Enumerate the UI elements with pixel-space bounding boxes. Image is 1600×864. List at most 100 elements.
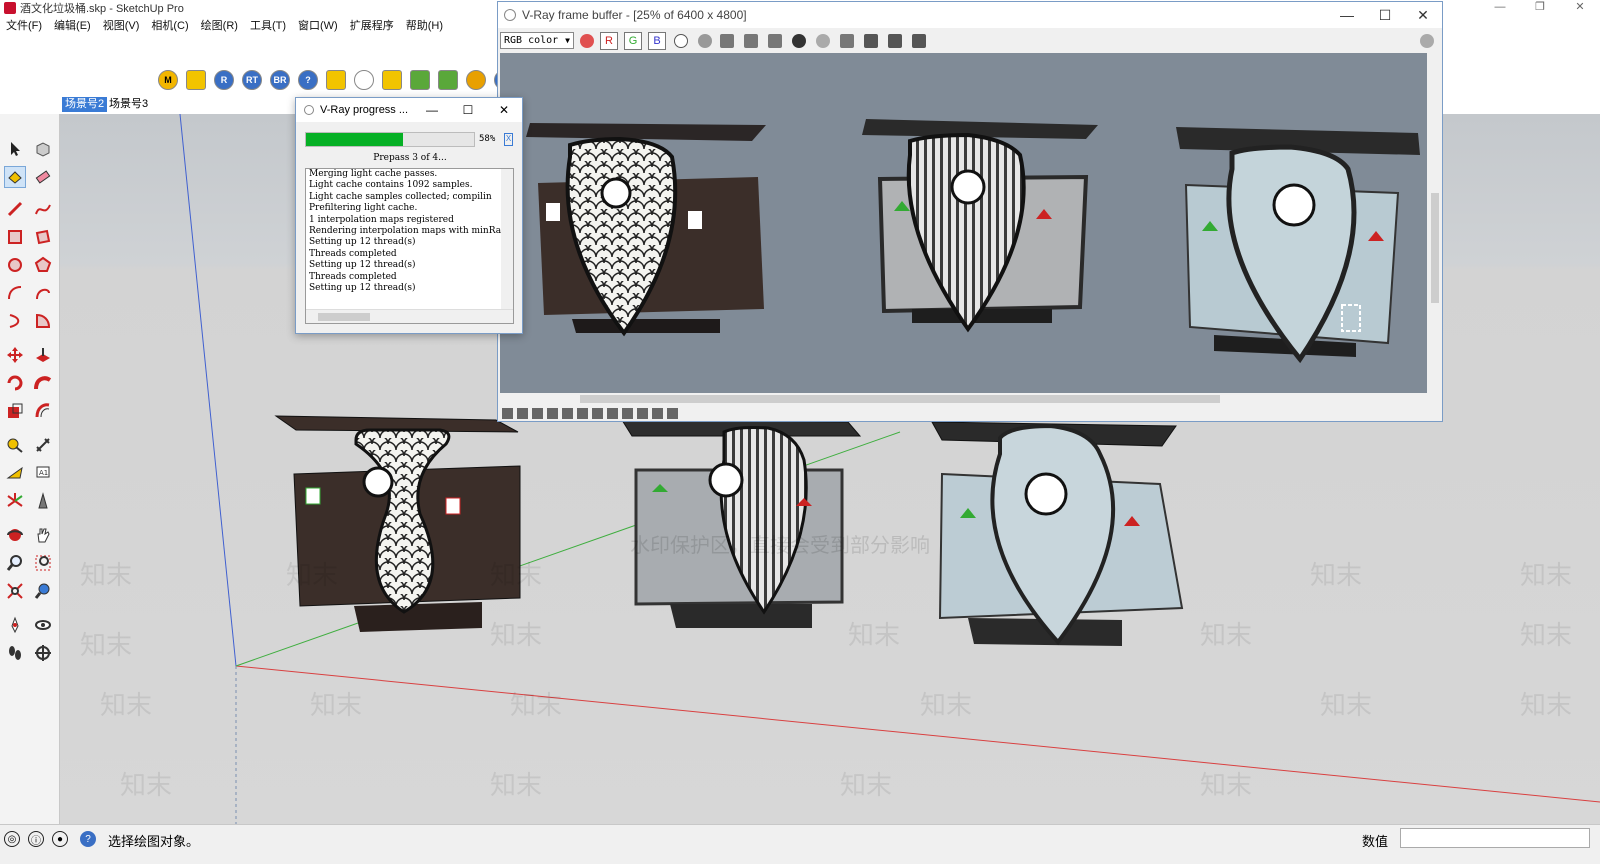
menu-camera[interactable]: 相机(C) — [151, 17, 188, 33]
menu-view[interactable]: 视图(V) — [103, 17, 140, 33]
vfb-exposure-icon[interactable] — [577, 408, 588, 419]
zoom-extents-icon[interactable] — [4, 580, 26, 602]
progress-maximize-button[interactable]: ☐ — [450, 98, 486, 122]
position-camera-icon[interactable] — [4, 614, 26, 636]
infinite-plane-icon[interactable] — [466, 70, 486, 90]
menu-extensions[interactable]: 扩展程序 — [350, 17, 394, 33]
fur-icon[interactable] — [438, 70, 458, 90]
line-tool-icon[interactable] — [4, 198, 26, 220]
render-rt-button[interactable]: RT — [242, 70, 262, 90]
vfb-curve-icon[interactable] — [562, 408, 573, 419]
vfb-hscroll-thumb[interactable] — [580, 395, 1220, 403]
alpha-channel-icon[interactable] — [674, 34, 688, 48]
stop-render-icon[interactable] — [1420, 34, 1434, 48]
orbit-tool-icon[interactable] — [4, 524, 26, 546]
dimension-tool-icon[interactable] — [32, 434, 54, 456]
menu-tools[interactable]: 工具(T) — [250, 17, 286, 33]
options-icon[interactable] — [186, 70, 206, 90]
vfb-lut-icon[interactable] — [607, 408, 618, 419]
tab-scene-2[interactable]: 场景号2 — [62, 97, 108, 112]
select-tool-icon[interactable] — [4, 138, 26, 160]
vfb-ocio-icon[interactable] — [622, 408, 633, 419]
text-tool-icon[interactable]: A1 — [32, 462, 54, 484]
track-mouse-icon[interactable] — [816, 34, 830, 48]
push-pull-icon[interactable] — [32, 344, 54, 366]
vfb-settings-icon[interactable] — [667, 408, 678, 419]
stop-render-button[interactable]: X — [504, 133, 513, 146]
channel-select[interactable]: RGB color ▼ — [500, 32, 574, 49]
rotated-rectangle-icon[interactable] — [32, 226, 54, 248]
minimize-button[interactable]: — — [1480, 0, 1520, 16]
menu-file[interactable]: 文件(F) — [6, 17, 42, 33]
close-button[interactable]: ✕ — [1560, 0, 1600, 16]
arc-tool-icon[interactable] — [4, 282, 26, 304]
component-tool-icon[interactable] — [32, 138, 54, 160]
vfb-history-icon[interactable] — [502, 408, 513, 419]
monochrome-icon[interactable] — [698, 34, 712, 48]
two-point-arc-icon[interactable] — [32, 282, 54, 304]
log-hscroll-thumb[interactable] — [318, 313, 370, 321]
menu-window[interactable]: 窗口(W) — [298, 17, 338, 33]
offset-tool-icon[interactable] — [32, 400, 54, 422]
circle-tool-icon[interactable] — [4, 254, 26, 276]
zoom-tool-icon[interactable] — [4, 552, 26, 574]
freehand-tool-icon[interactable] — [32, 198, 54, 220]
pie-tool-icon[interactable] — [32, 310, 54, 332]
material-editor-button[interactable]: M — [158, 70, 178, 90]
proxy-icon[interactable] — [410, 70, 430, 90]
credits-icon[interactable]: ⓘ — [28, 831, 44, 847]
frame-buffer-icon[interactable] — [326, 70, 346, 90]
vfb-lens-effects-icon[interactable] — [517, 408, 528, 419]
vfb-horizontal-scrollbar[interactable] — [500, 393, 1427, 405]
vfb-stamp-icon[interactable] — [652, 408, 663, 419]
progress-close-button[interactable]: ✕ — [486, 98, 522, 122]
measurements-input[interactable] — [1400, 828, 1590, 848]
vfb-info-icon[interactable] — [532, 408, 543, 419]
pan-tool-icon[interactable] — [32, 524, 54, 546]
axes-tool-icon[interactable] — [4, 490, 26, 512]
pixel-info-icon[interactable] — [888, 34, 902, 48]
clear-image-icon[interactable] — [792, 34, 806, 48]
sphere-light-icon[interactable] — [354, 70, 374, 90]
zoom-window-icon[interactable] — [32, 552, 54, 574]
menu-help[interactable]: 帮助(H) — [406, 17, 443, 33]
rotate-tool-icon[interactable] — [4, 372, 26, 394]
save-image-icon[interactable] — [720, 34, 734, 48]
walk-tool-icon[interactable] — [4, 642, 26, 664]
3d-text-icon[interactable] — [32, 490, 54, 512]
protractor-icon[interactable] — [4, 462, 26, 484]
region-render-icon[interactable] — [864, 34, 878, 48]
follow-me-icon[interactable] — [32, 372, 54, 394]
duplicate-vfb-icon[interactable] — [840, 34, 854, 48]
look-around-icon[interactable] — [32, 614, 54, 636]
red-channel-button[interactable]: R — [600, 32, 618, 50]
vfb-close-button[interactable]: ✕ — [1404, 2, 1442, 28]
progress-minimize-button[interactable]: — — [414, 98, 450, 122]
move-tool-icon[interactable] — [4, 344, 26, 366]
user-account-icon[interactable]: ● — [52, 831, 68, 847]
vfb-srgb-icon[interactable] — [592, 408, 603, 419]
load-image-icon[interactable] — [768, 34, 782, 48]
paint-bucket-icon[interactable] — [4, 166, 26, 188]
vfb-compare-icon[interactable] — [637, 408, 648, 419]
render-last-icon[interactable] — [912, 34, 926, 48]
rectangle-tool-icon[interactable] — [4, 226, 26, 248]
green-channel-button[interactable]: G — [624, 32, 642, 50]
log-vertical-scrollbar[interactable] — [501, 169, 513, 309]
tab-scene-3[interactable]: 场景号3 — [106, 97, 151, 112]
vfb-vertical-scrollbar[interactable] — [1428, 53, 1442, 393]
help-button[interactable]: ? — [298, 70, 318, 90]
render-button[interactable]: R — [214, 70, 234, 90]
vfb-levels-icon[interactable] — [547, 408, 558, 419]
menu-edit[interactable]: 编辑(E) — [54, 17, 91, 33]
tape-measure-icon[interactable] — [4, 434, 26, 456]
eraser-icon[interactable] — [32, 166, 54, 188]
blue-channel-button[interactable]: B — [648, 32, 666, 50]
log-horizontal-scrollbar[interactable] — [306, 309, 513, 323]
save-all-icon[interactable] — [744, 34, 758, 48]
vfb-minimize-button[interactable]: — — [1328, 2, 1366, 28]
vfb-vscroll-thumb[interactable] — [1431, 193, 1439, 303]
batch-render-button[interactable]: BR — [270, 70, 290, 90]
omni-light-icon[interactable] — [382, 70, 402, 90]
section-plane-icon[interactable] — [32, 642, 54, 664]
